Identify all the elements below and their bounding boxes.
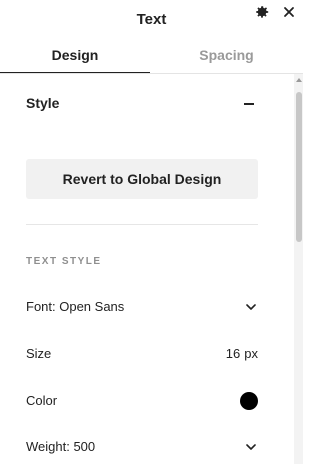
section-divider <box>26 224 258 225</box>
panel-content: Style Revert to Global Design TEXT STYLE… <box>0 74 294 464</box>
tab-design[interactable]: Design <box>0 40 150 74</box>
tab-bar: Design Spacing <box>0 40 303 74</box>
scroll-up-arrow-icon[interactable] <box>296 77 302 83</box>
panel-header: Text <box>0 0 303 40</box>
style-section-title: Style <box>26 95 60 111</box>
color-swatch[interactable] <box>240 392 258 410</box>
weight-label: Weight: 500 <box>26 439 96 454</box>
weight-select[interactable]: Weight: 500 <box>26 439 258 457</box>
font-label: Font: Open Sans <box>26 299 125 314</box>
close-icon[interactable] <box>281 4 297 20</box>
color-field[interactable]: Color <box>26 392 258 411</box>
size-unit: px <box>244 346 258 361</box>
chevron-down-icon <box>246 304 256 310</box>
gear-icon[interactable] <box>254 4 270 20</box>
chevron-down-icon <box>246 444 256 450</box>
minus-icon[interactable] <box>244 103 254 105</box>
style-section-header[interactable]: Style <box>26 95 258 113</box>
size-label: Size <box>26 346 52 361</box>
text-style-label: TEXT STYLE <box>26 256 102 267</box>
font-select[interactable]: Font: Open Sans <box>26 299 258 317</box>
size-value[interactable]: 16 px <box>226 346 258 361</box>
color-label: Color <box>26 393 58 408</box>
size-field[interactable]: Size 16 px <box>26 346 258 364</box>
scrollbar-thumb[interactable] <box>296 92 302 242</box>
tab-spacing[interactable]: Spacing <box>150 40 303 74</box>
size-number: 16 <box>225 346 241 361</box>
revert-global-design-button[interactable]: Revert to Global Design <box>26 159 258 199</box>
